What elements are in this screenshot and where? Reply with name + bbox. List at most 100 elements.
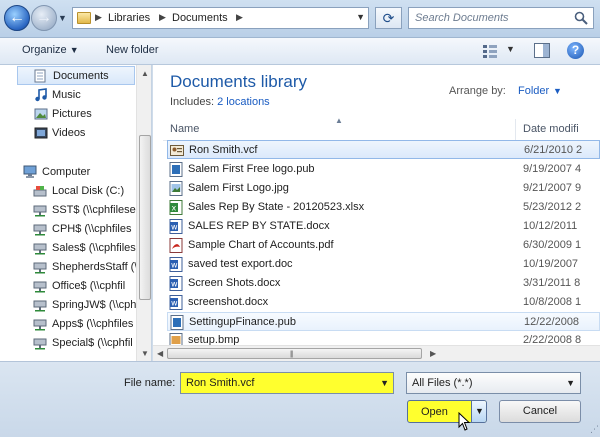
pictures-icon [34, 108, 48, 120]
arrange-by-dropdown[interactable]: Folder [518, 85, 549, 97]
svg-text:x: x [172, 204, 177, 213]
file-date: 12/22/2008 [524, 316, 580, 328]
list-item[interactable]: SettingupFinance.pub 12/22/2008 [167, 312, 600, 331]
file-list-pane: Documents library Includes: 2 locations … [153, 65, 600, 361]
preview-pane-icon[interactable] [534, 43, 550, 58]
list-item[interactable]: x Sales Rep By State - 20120523.xlsx 5/2… [167, 198, 600, 217]
list-item[interactable]: Ron Smith.vcf 6/21/2010 2 [167, 140, 600, 159]
column-header-name[interactable]: Name [170, 123, 199, 135]
views-icon[interactable] [482, 43, 498, 59]
sidebar-scrollbar[interactable]: ▲ ▼ [136, 65, 151, 361]
sidebar-item-network-drive[interactable]: SST$ (\\cphfilese [0, 201, 136, 220]
sidebar-item-computer[interactable]: Computer [0, 163, 136, 182]
arrange-by-dropdown-icon[interactable]: ▼ [553, 86, 562, 96]
file-type-value: All Files (*.*) [412, 377, 473, 389]
file-name: SALES REP BY STATE.docx [188, 220, 330, 232]
sidebar-item-network-drive[interactable]: Apps$ (\\cphfiles [0, 315, 136, 334]
column-divider[interactable] [515, 119, 516, 141]
file-date: 6/21/2010 2 [524, 144, 583, 156]
resize-grip-icon[interactable]: ⋰ [590, 424, 599, 435]
sidebar-item-documents[interactable]: Documents [17, 66, 135, 85]
publisher-icon [170, 315, 184, 330]
breadcrumb-separator-icon[interactable]: ▶ [236, 12, 243, 23]
includes-label: Includes: [170, 96, 215, 108]
sidebar-item-label: Office$ (\\cphfil [52, 280, 126, 292]
breadcrumb-separator-icon[interactable]: ▶ [159, 12, 166, 23]
views-dropdown-icon[interactable]: ▼ [506, 44, 515, 54]
disk-icon [33, 186, 47, 197]
search-input[interactable]: Search Documents [408, 7, 594, 29]
file-name: SettingupFinance.pub [189, 316, 297, 328]
list-item[interactable]: w screenshot.docx 10/8/2008 1 [167, 293, 600, 312]
horizontal-scroll-thumb[interactable]: ||| [167, 348, 422, 359]
search-placeholder: Search Documents [415, 12, 509, 24]
breadcrumb-separator-icon[interactable]: ▶ [95, 12, 102, 23]
address-bar[interactable]: ▶ Libraries ▶ Documents ▶ ▼ [72, 7, 369, 29]
vcard-icon [170, 145, 184, 156]
forward-button[interactable]: → [31, 5, 57, 31]
breadcrumb-documents[interactable]: Documents [172, 12, 228, 24]
sidebar-item-pictures[interactable]: Pictures [0, 105, 136, 124]
cancel-button[interactable]: Cancel [499, 400, 581, 423]
sidebar-item-network-drive[interactable]: CPH$ (\\cphfiles [0, 220, 136, 239]
refresh-button[interactable]: ⟳ [375, 7, 402, 29]
list-item[interactable]: Sample Chart of Accounts.pdf 6/30/2009 1 [167, 236, 600, 255]
network-drive-icon [33, 338, 47, 350]
new-folder-button[interactable]: New folder [106, 44, 159, 56]
list-item[interactable]: w Screen Shots.docx 3/31/2011 8 [167, 274, 600, 293]
sidebar-item-network-drive[interactable]: ShepherdsStaff (\ [0, 258, 136, 277]
scroll-left-icon[interactable]: ◀ [157, 349, 163, 358]
file-name: Ron Smith.vcf [189, 144, 258, 156]
search-icon[interactable] [574, 11, 588, 25]
list-item[interactable]: w saved test export.doc 10/19/2007 [167, 255, 600, 274]
chevron-down-icon[interactable]: ▼ [380, 378, 389, 388]
back-button[interactable]: ← [4, 5, 30, 31]
sidebar-item-network-drive[interactable]: SpringJW$ (\\cph [0, 296, 136, 315]
sidebar-item-label: SST$ (\\cphfilese [52, 204, 136, 216]
list-item[interactable]: Salem First Logo.jpg 9/21/2007 9 [167, 179, 600, 198]
file-name-input[interactable]: Ron Smith.vcf ▼ [180, 372, 394, 394]
sidebar-item-network-drive[interactable]: Office$ (\\cphfil [0, 277, 136, 296]
sidebar-scroll-thumb[interactable] [139, 135, 151, 300]
scroll-right-icon[interactable]: ▶ [430, 349, 436, 358]
help-icon[interactable]: ? [567, 42, 584, 59]
folder-icon [77, 12, 91, 24]
scroll-up-icon[interactable]: ▲ [141, 69, 149, 78]
column-header-date[interactable]: Date modifi [523, 123, 579, 135]
recent-pages-dropdown-icon[interactable]: ▼ [58, 13, 68, 23]
file-name: Salem First Logo.jpg [188, 182, 289, 194]
svg-text:w: w [171, 223, 178, 232]
list-item[interactable]: w SALES REP BY STATE.docx 10/12/2011 [167, 217, 600, 236]
horizontal-scrollbar[interactable]: ◀ ||| ▶ [153, 345, 600, 361]
chevron-down-icon: ▼ [475, 406, 484, 416]
open-button[interactable]: Open ▼ [407, 400, 487, 423]
scroll-down-icon[interactable]: ▼ [141, 349, 149, 358]
file-date: 10/19/2007 [523, 258, 579, 270]
open-options-dropdown[interactable]: ▼ [471, 401, 486, 422]
sidebar-item-videos[interactable]: Videos [0, 124, 136, 143]
locations-link[interactable]: 2 locations [217, 96, 270, 108]
open-button-label: Open [421, 406, 448, 418]
organize-button[interactable]: Organize ▼ [22, 44, 79, 56]
sidebar-item-network-drive[interactable]: Sales$ (\\cphfiles [0, 239, 136, 258]
network-drive-icon [33, 243, 47, 255]
column-header: Name ▲ Date modifi [163, 116, 600, 141]
sidebar-item-label: ShepherdsStaff (\ [52, 261, 136, 273]
breadcrumb-libraries[interactable]: Libraries [108, 12, 150, 24]
file-name: saved test export.doc [188, 258, 293, 270]
address-history-dropdown-icon[interactable]: ▼ [356, 12, 365, 22]
sidebar-item-local-disk[interactable]: Local Disk (C:) [0, 182, 136, 201]
chevron-down-icon[interactable]: ▼ [566, 378, 575, 388]
file-type-select[interactable]: All Files (*.*) ▼ [406, 372, 581, 394]
image-icon [169, 181, 183, 196]
list-item[interactable]: Salem First Free logo.pub 9/19/2007 4 [167, 160, 600, 179]
sidebar-item-network-drive[interactable]: Special$ (\\cphfil [0, 334, 136, 353]
network-drive-icon [33, 205, 47, 217]
sidebar-item-music[interactable]: Music [0, 86, 136, 105]
file-date: 10/8/2008 1 [523, 296, 582, 308]
computer-icon [23, 165, 37, 178]
word-icon: w [169, 276, 183, 291]
navigation-bar: ← → ▼ ▶ Libraries ▶ Documents ▶ ▼ ⟳ Sear… [0, 0, 600, 38]
svg-text:w: w [171, 280, 178, 289]
network-drive-icon [33, 300, 47, 312]
